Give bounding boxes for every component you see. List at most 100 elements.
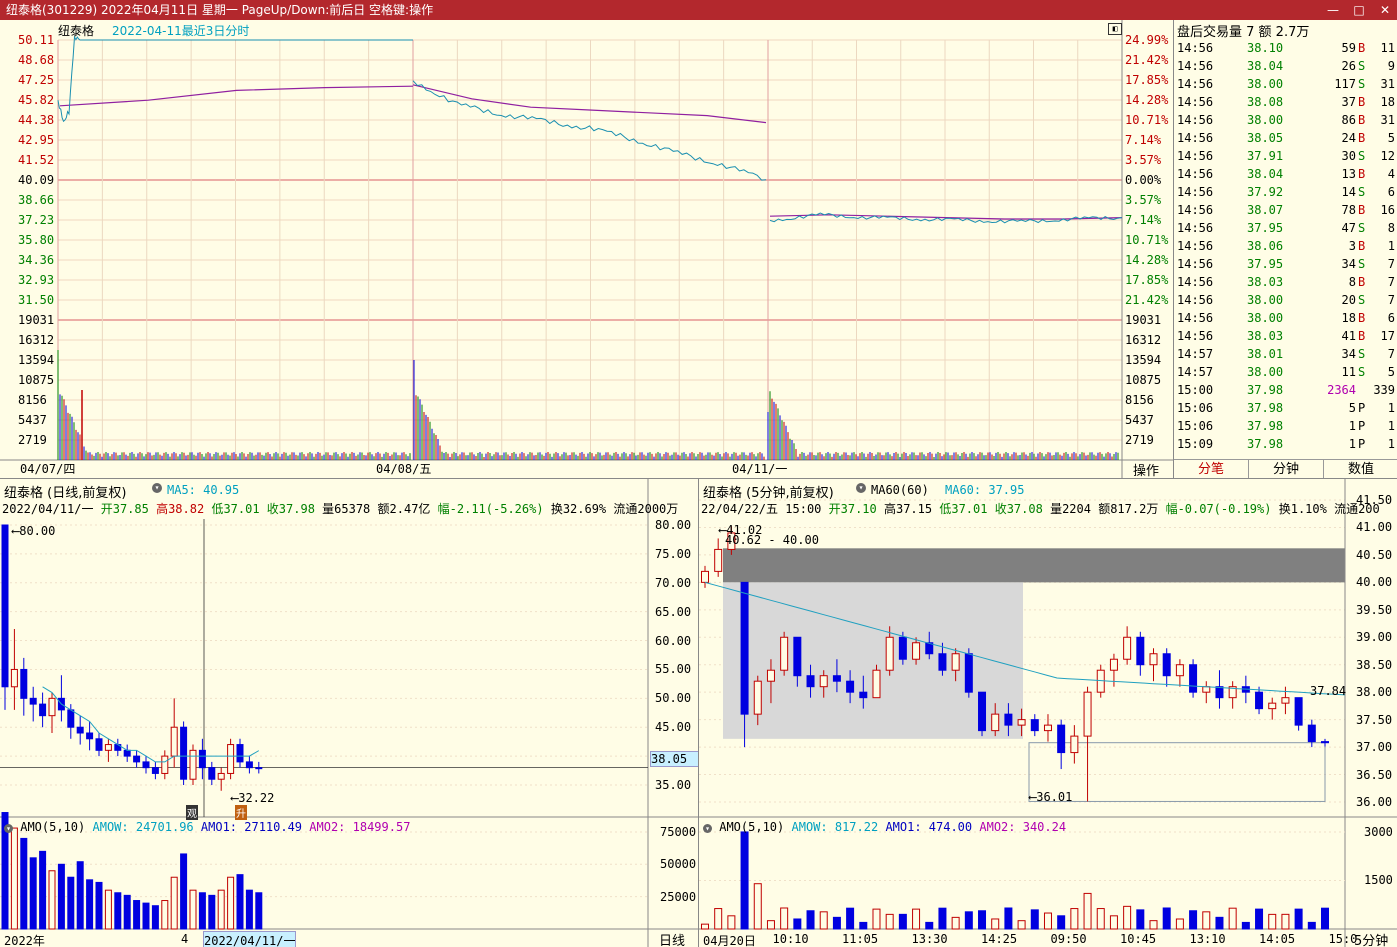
tab-ticks[interactable]: 分笔 — [1174, 460, 1249, 478]
trade-price: 37.92 — [1247, 185, 1284, 199]
daily-price-tick: 65.00 — [655, 604, 692, 619]
pct-tick: 7.14% — [1125, 213, 1162, 227]
trade-price: 38.03 — [1247, 329, 1284, 343]
trade-time: 14:56 — [1177, 275, 1214, 289]
trade-side: S — [1358, 185, 1366, 199]
chevron-down-icon[interactable]: ▾ — [4, 824, 13, 833]
trade-side: B — [1358, 311, 1366, 325]
trade-price: 38.00 — [1247, 113, 1284, 127]
resistance-zone — [723, 548, 1345, 583]
daily-chart — [0, 479, 698, 947]
amo-bar — [859, 921, 868, 930]
trade-count: 31 — [1380, 113, 1395, 127]
panel-toggle-icon[interactable]: ◧ — [1108, 23, 1122, 35]
trade-side: B — [1358, 131, 1366, 145]
trade-volume: 20 — [1341, 293, 1356, 307]
trade-row: 14:56 38.00 117 S 31 — [1174, 75, 1396, 93]
candle-body — [714, 548, 723, 572]
chevron-down-icon[interactable]: ▾ — [703, 824, 712, 833]
trade-side: S — [1358, 293, 1366, 307]
chevron-down-icon[interactable]: ▾ — [856, 483, 866, 493]
trade-price: 37.98 — [1247, 437, 1284, 451]
amo-bar — [20, 837, 28, 930]
pct-tick: 14.28% — [1125, 93, 1169, 107]
minimize-icon[interactable]: — — [1325, 0, 1341, 20]
min5-amo-tick: 1500 — [1364, 873, 1393, 888]
candle-body — [39, 703, 47, 717]
candle-body — [1281, 697, 1290, 704]
candle-body — [1255, 691, 1264, 710]
trade-count: 6 — [1387, 185, 1395, 199]
amo-bar — [1162, 907, 1171, 930]
amo-bar — [133, 900, 141, 930]
min5-low-label: ⟵36.01 — [1029, 790, 1073, 804]
min5-info-date: 22/04/22/五 — [701, 502, 779, 516]
trade-volume: 26 — [1341, 59, 1356, 73]
candle-body — [885, 636, 894, 671]
volume-tick: 2719 — [18, 433, 47, 447]
tab-minute[interactable]: 分钟 — [1249, 460, 1324, 478]
amo-bar — [1109, 915, 1118, 930]
close-icon[interactable]: ✕ — [1377, 0, 1393, 20]
trade-price: 37.95 — [1247, 221, 1284, 235]
amo-bar — [766, 920, 775, 930]
operate-button[interactable]: 操作 — [1133, 460, 1159, 478]
tab-values[interactable]: 数值 — [1324, 460, 1397, 478]
amo-bar — [727, 915, 736, 930]
pct-tick: 21.42% — [1125, 53, 1169, 67]
trade-side: S — [1358, 257, 1366, 271]
trade-price: 38.07 — [1247, 203, 1284, 217]
min5-price-tick: 39.50 — [1356, 602, 1393, 617]
chevron-down-icon[interactable]: ▾ — [152, 483, 162, 493]
min5-ma-value: MA60: 37.95 — [945, 483, 1025, 497]
amo-bar — [780, 907, 789, 930]
window-title: 纽泰格(301229) 2022年04月11日 星期一 PageUp/Down:… — [6, 3, 434, 17]
daily-info-high: 高38.82 — [156, 502, 205, 516]
daily-price-tick: 75.00 — [655, 546, 692, 561]
trade-time: 14:56 — [1177, 239, 1214, 253]
amo-bar — [1228, 907, 1237, 930]
daily-header: 纽泰格 (日线,前复权) — [4, 486, 127, 501]
min5-amo-legend: ▾ AMO(5,10) AMOW: 817.22 AMO1: 474.00 AM… — [703, 820, 1066, 834]
maximize-icon[interactable]: □ — [1351, 0, 1367, 20]
trade-row: 14:56 38.10 59 B 11 — [1174, 39, 1396, 57]
candle-body — [806, 675, 815, 688]
candle-body — [86, 732, 94, 740]
price-tick: 35.80 — [18, 233, 55, 247]
candle-body — [1136, 636, 1145, 666]
trade-row: 14:56 38.06 3 B 1 — [1174, 237, 1396, 255]
trade-volume: 59 — [1341, 41, 1356, 55]
amo-bar — [912, 908, 921, 930]
trade-count: 12 — [1380, 149, 1395, 163]
amo-bar — [1215, 916, 1224, 930]
trade-count: 4 — [1387, 167, 1395, 181]
candle-body — [859, 691, 868, 699]
trade-volume: 13 — [1341, 167, 1356, 181]
trade-volume: 78 — [1341, 203, 1356, 217]
daily-period-label[interactable]: 日线 — [659, 930, 685, 947]
min5-price-tick: 40.00 — [1356, 575, 1393, 590]
trade-count: 1 — [1387, 419, 1395, 433]
trade-side: S — [1358, 347, 1366, 361]
min5-info-line: 22/04/22/五 15:00 开37.10 高37.15 低37.01 收3… — [701, 500, 1380, 517]
amo-bar — [1189, 910, 1198, 930]
candle-body — [123, 749, 131, 757]
daily-price-tick: 45.00 — [655, 720, 692, 735]
candle-body — [227, 744, 235, 774]
min5-ma-label: MA60(60) — [871, 483, 929, 497]
daily-bottom-date: 2022/04/11/一 — [203, 931, 297, 947]
trade-volume: 1 — [1348, 419, 1356, 433]
volume-tick: 19031 — [1125, 313, 1162, 327]
daily-tag-rise: 升 — [235, 805, 247, 820]
trade-row: 14:57 38.00 11 S 5 — [1174, 363, 1396, 381]
min5-time-label: 14:25 — [981, 932, 1018, 946]
trade-time: 14:57 — [1177, 365, 1214, 379]
min5-period-label[interactable]: 5分钟 — [1354, 930, 1388, 947]
amo-bar — [753, 883, 762, 930]
min5-price-tick: 41.50 — [1356, 493, 1393, 507]
pct-tick: 7.14% — [1125, 133, 1162, 147]
candle-body — [1215, 686, 1224, 699]
daily-info-line: 2022/04/11/一 开37.85 高38.82 低37.01 收37.98… — [2, 500, 678, 517]
trade-row: 14:56 37.91 30 S 12 — [1174, 147, 1396, 165]
candle-body — [1268, 702, 1277, 710]
